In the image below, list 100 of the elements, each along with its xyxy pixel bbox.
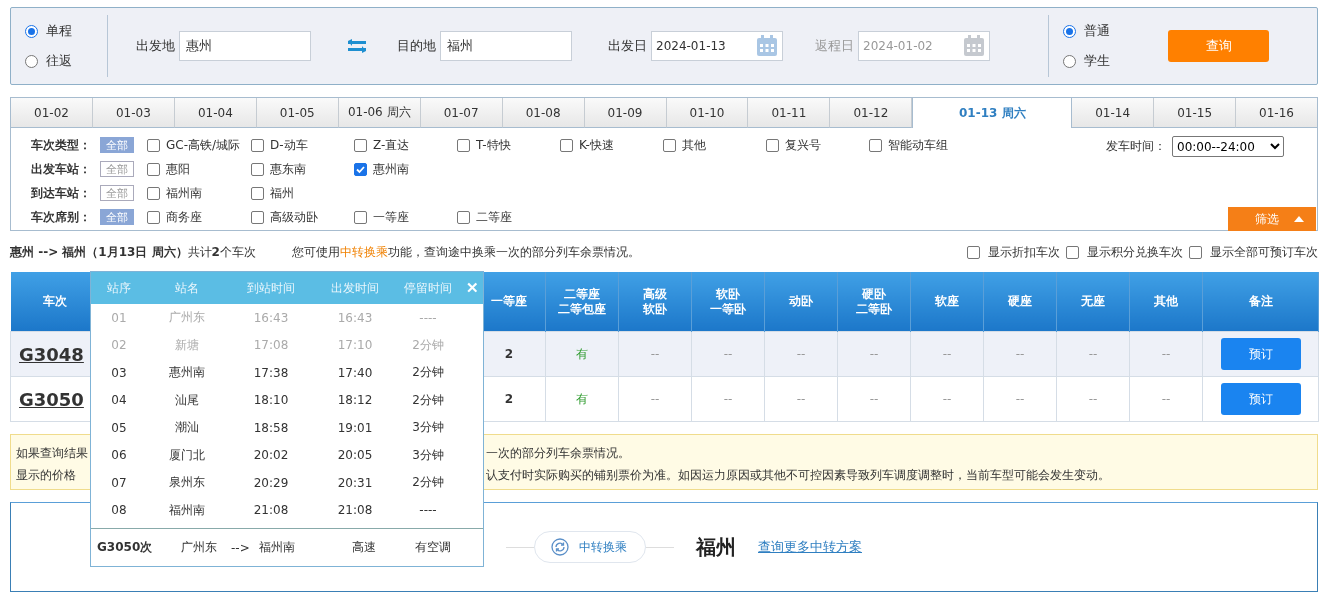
checkbox[interactable] (457, 138, 470, 152)
table-cell-text: 2分钟 (411, 391, 445, 409)
table-cell-text: 新塘 (174, 336, 200, 354)
table-cell-text: 18:10 (252, 393, 290, 408)
date-tab[interactable]: 01-06 周六 (338, 98, 421, 128)
table-cell-text: 2分钟 (411, 364, 445, 382)
table-cell: 有 (545, 331, 619, 377)
date-value: 2024-01-13 (656, 39, 727, 53)
column-header: 备注 (1248, 294, 1273, 308)
checkbox-label: 其他 (682, 136, 706, 154)
column-subheader: 一等卧 (710, 301, 746, 316)
time-dropdown[interactable]: 00:00--24:00 (1172, 136, 1284, 157)
date-tab[interactable]: 01-15 (1154, 98, 1237, 128)
date-tab[interactable]: 01-05 (256, 98, 339, 128)
date-tab[interactable]: 01-09 (584, 98, 667, 128)
more-transfer-link[interactable]: 查询更多中转方案 (758, 538, 862, 556)
train-number: G3050次 (97, 539, 154, 556)
checkbox-label: 惠东南 (270, 160, 306, 178)
checkbox[interactable] (147, 210, 160, 224)
checkbox-label: D-动车 (270, 136, 308, 154)
checkbox[interactable] (354, 210, 367, 224)
text-field[interactable]: 福州 (440, 31, 572, 61)
book-button[interactable]: 预订 (1220, 383, 1301, 415)
checkbox-label: 显示积分兑换车次 (1087, 243, 1183, 261)
date-tab[interactable]: 01-02 (11, 98, 93, 128)
checkbox[interactable] (251, 138, 264, 152)
checkbox[interactable] (1189, 245, 1202, 259)
checkbox[interactable] (967, 245, 980, 259)
radio-button[interactable] (25, 24, 38, 38)
checkbox[interactable] (766, 138, 779, 152)
checkbox[interactable] (147, 186, 160, 200)
notice-text: 一次的部分列车余票情况。 (486, 444, 630, 462)
date-value: 2024-01-02 (863, 39, 934, 53)
text-field[interactable]: 惠州 (179, 31, 311, 61)
swap-icon[interactable] (347, 39, 367, 53)
date-tab[interactable]: 01-08 (502, 98, 585, 128)
radio-label: 学生 (1084, 52, 1110, 70)
column-header: 到站时间 (246, 279, 296, 297)
checkbox-label: K-快速 (579, 136, 614, 154)
date-tab[interactable]: 01-16 (1236, 98, 1317, 128)
table-cell: -- (691, 331, 765, 377)
table-cell: 有 (545, 376, 619, 422)
checkbox-label: 福州 (270, 184, 294, 202)
notice-text: 如果查询结果 (16, 444, 88, 462)
checkbox[interactable] (251, 210, 264, 224)
filter-label: 车次席别： (31, 208, 92, 226)
checkbox[interactable] (354, 162, 367, 176)
date-tab[interactable]: 01-11 (748, 98, 831, 128)
checkbox[interactable] (1066, 245, 1079, 259)
table-cell: -- (691, 376, 765, 422)
table-cell-text: 3分钟 (411, 419, 445, 437)
checkbox[interactable] (457, 210, 470, 224)
column-header: 无座 (1081, 294, 1105, 308)
checkbox-label: Z-直达 (373, 136, 410, 154)
checkbox[interactable] (251, 186, 264, 200)
train-number-link[interactable]: G3048 (19, 343, 84, 365)
date-tab[interactable]: 01-07 (420, 98, 503, 128)
date-tab[interactable]: 01-13 周六 (912, 97, 1073, 128)
radio-button[interactable] (25, 54, 38, 68)
date-tab[interactable]: 01-10 (666, 98, 749, 128)
arrow-text: --> (231, 540, 251, 555)
station-name: 福州南 (259, 539, 296, 556)
radio-button[interactable] (1063, 24, 1076, 38)
column-header: 站名 (174, 279, 200, 297)
checkbox[interactable] (354, 138, 367, 152)
table-cell-text: 17:10 (336, 338, 374, 353)
checkbox[interactable] (147, 138, 160, 152)
field-label: 目的地 (397, 37, 436, 55)
table-cell-text: 02 (110, 338, 128, 353)
train-number-link[interactable]: G3050 (19, 388, 84, 410)
table-cell: -- (1129, 331, 1203, 377)
city-name: 福州 (696, 533, 736, 561)
facility-text: 有空调 (414, 539, 452, 556)
checkbox[interactable] (251, 162, 264, 176)
book-button[interactable]: 预订 (1220, 338, 1301, 370)
transfer-button[interactable]: 中转换乘 (534, 531, 646, 563)
field-label: 出发地 (136, 37, 175, 55)
triangle-up-icon (1294, 216, 1304, 222)
date-field[interactable]: 2024-01-13 (651, 31, 783, 61)
table-cell-text: 3分钟 (411, 446, 445, 464)
checkbox[interactable] (663, 138, 676, 152)
date-tab[interactable]: 01-04 (174, 98, 257, 128)
checkbox-label: 高级动卧 (270, 208, 318, 226)
radio-button[interactable] (1063, 54, 1076, 68)
checkbox[interactable] (560, 138, 573, 152)
checkbox[interactable] (869, 138, 882, 152)
result-summary: 惠州 --> 福州（1月13日 周六）共计2个车次 (10, 243, 256, 261)
table-cell-text: 08 (110, 503, 128, 518)
table-cell-text: 汕尾 (174, 391, 200, 409)
table-cell: -- (1129, 376, 1203, 422)
checkbox[interactable] (147, 162, 160, 176)
checkbox-label: T-特快 (476, 136, 511, 154)
date-tab[interactable]: 01-14 (1072, 98, 1155, 128)
column-subheader: 二等包座 (558, 301, 606, 316)
checkbox-label: 复兴号 (785, 136, 821, 154)
checkbox-label: 智能动车组 (888, 136, 948, 154)
date-tab[interactable]: 01-03 (92, 98, 175, 128)
table-cell-text: 2分钟 (411, 336, 445, 354)
column-header: 硬卧 (862, 286, 886, 301)
table-cell-text: 06 (110, 448, 128, 463)
